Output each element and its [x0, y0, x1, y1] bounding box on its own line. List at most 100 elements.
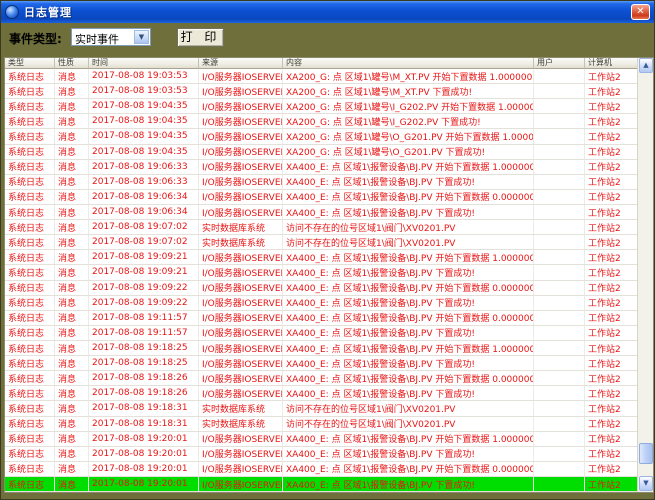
cell-user [534, 160, 585, 174]
table-row[interactable]: 系统日志消息2017-08-08 19:11:57I/O服务器IOSERVERX… [5, 326, 639, 341]
table-row[interactable]: 系统日志消息2017-08-08 19:09:22I/O服务器IOSERVERX… [5, 296, 639, 311]
cell-time: 2017-08-08 19:07:02 [89, 235, 199, 249]
print-button[interactable]: 打 印 [177, 28, 224, 47]
table-row[interactable]: 系统日志消息2017-08-08 19:04:35I/O服务器IOSERVERX… [5, 114, 639, 129]
cell-type: 系统日志 [5, 129, 55, 143]
table-row[interactable]: 系统日志消息2017-08-08 19:18:25I/O服务器IOSERVERX… [5, 356, 639, 371]
column-header-content[interactable]: 内容 [283, 58, 534, 69]
cell-time: 2017-08-08 19:20:01 [89, 432, 199, 446]
log-manager-window: 日志管理 ✕ 事件类型: 实时事件 ▼ 打 印 类型性质时间来源内容用户计算机 … [0, 0, 655, 500]
cell-computer: 工作站2 [585, 129, 639, 143]
event-type-dropdown[interactable]: 实时事件 ▼ [71, 28, 151, 46]
column-header-type[interactable]: 类型 [5, 58, 55, 69]
cell-source: I/O服务器IOSERVER [199, 341, 283, 355]
cell-source: I/O服务器IOSERVER [199, 265, 283, 279]
cell-source: 实时数据库系统 [199, 235, 283, 249]
cell-user [534, 401, 585, 415]
cell-nature: 消息 [55, 235, 89, 249]
table-row[interactable]: 系统日志消息2017-08-08 19:18:31实时数据库系统访问不存在的位号… [5, 401, 639, 416]
cell-user [534, 281, 585, 295]
chevron-down-icon[interactable]: ▼ [134, 30, 149, 44]
column-header-nature[interactable]: 性质 [55, 58, 89, 69]
cell-nature: 消息 [55, 160, 89, 174]
table-row[interactable]: 系统日志消息2017-08-08 19:06:34I/O服务器IOSERVERX… [5, 205, 639, 220]
table-row-selected[interactable]: 系统日志消息2017-08-08 19:20:01I/O服务器IOSERVERX… [5, 477, 639, 492]
table-row[interactable]: 系统日志消息2017-08-08 19:04:35I/O服务器IOSERVERX… [5, 129, 639, 144]
cell-nature: 消息 [55, 145, 89, 159]
scroll-down-icon[interactable]: ▼ [639, 476, 653, 491]
table-row[interactable]: 系统日志消息2017-08-08 19:18:26I/O服务器IOSERVERX… [5, 371, 639, 386]
vertical-scrollbar[interactable]: ▲ ▼ [637, 58, 653, 492]
table-row[interactable]: 系统日志消息2017-08-08 19:03:53I/O服务器IOSERVERX… [5, 69, 639, 84]
column-header-computer[interactable]: 计算机 [585, 58, 639, 69]
column-header-time[interactable]: 时间 [89, 58, 199, 69]
table-row[interactable]: 系统日志消息2017-08-08 19:03:53I/O服务器IOSERVERX… [5, 84, 639, 99]
cell-nature: 消息 [55, 129, 89, 143]
cell-computer: 工作站2 [585, 220, 639, 234]
cell-time: 2017-08-08 19:06:33 [89, 175, 199, 189]
cell-source: I/O服务器IOSERVER [199, 114, 283, 128]
cell-user [534, 145, 585, 159]
cell-content: XA400_E: 点 区域1\报警设备\BJ.PV 开始下置数据 1.00000… [283, 341, 534, 355]
cell-nature: 消息 [55, 205, 89, 219]
table-row[interactable]: 系统日志消息2017-08-08 19:04:35I/O服务器IOSERVERX… [5, 145, 639, 160]
cell-source: I/O服务器IOSERVER [199, 311, 283, 325]
column-header-user[interactable]: 用户 [534, 58, 585, 69]
scroll-up-icon[interactable]: ▲ [639, 58, 653, 73]
table-row[interactable]: 系统日志消息2017-08-08 19:06:33I/O服务器IOSERVERX… [5, 175, 639, 190]
column-header-source[interactable]: 来源 [199, 58, 283, 69]
cell-content: XA400_E: 点 区域1\报警设备\BJ.PV 下置成功! [283, 326, 534, 340]
table-row[interactable]: 系统日志消息2017-08-08 19:06:33I/O服务器IOSERVERX… [5, 160, 639, 175]
table-row[interactable]: 系统日志消息2017-08-08 19:09:21I/O服务器IOSERVERX… [5, 265, 639, 280]
table-row[interactable]: 系统日志消息2017-08-08 19:18:31实时数据库系统访问不存在的位号… [5, 417, 639, 432]
table-row[interactable]: 系统日志消息2017-08-08 19:18:26I/O服务器IOSERVERX… [5, 386, 639, 401]
cell-time: 2017-08-08 19:18:25 [89, 356, 199, 370]
table-row[interactable]: 系统日志消息2017-08-08 19:06:34I/O服务器IOSERVERX… [5, 190, 639, 205]
cell-type: 系统日志 [5, 99, 55, 113]
cell-source: I/O服务器IOSERVER [199, 432, 283, 446]
cell-type: 系统日志 [5, 265, 55, 279]
cell-time: 2017-08-08 19:18:26 [89, 371, 199, 385]
table-row[interactable]: 系统日志消息2017-08-08 19:11:57I/O服务器IOSERVERX… [5, 311, 639, 326]
cell-time: 2017-08-08 19:18:31 [89, 417, 199, 431]
event-type-label: 事件类型: [9, 30, 62, 47]
table-row[interactable]: 系统日志消息2017-08-08 19:09:22I/O服务器IOSERVERX… [5, 281, 639, 296]
cell-content: XA400_E: 点 区域1\报警设备\BJ.PV 开始下置数据 0.00000… [283, 462, 534, 476]
cell-source: 实时数据库系统 [199, 220, 283, 234]
cell-time: 2017-08-08 19:04:35 [89, 145, 199, 159]
cell-time: 2017-08-08 19:09:22 [89, 296, 199, 310]
table-row[interactable]: 系统日志消息2017-08-08 19:04:35I/O服务器IOSERVERX… [5, 99, 639, 114]
cell-source: I/O服务器IOSERVER [199, 447, 283, 461]
cell-content: XA400_E: 点 区域1\报警设备\BJ.PV 下置成功! [283, 175, 534, 189]
cell-content: XA200_G: 点 区域1\罐号\I_G202.PV 下置成功! [283, 114, 534, 128]
cell-source: I/O服务器IOSERVER [199, 69, 283, 83]
table-row[interactable]: 系统日志消息2017-08-08 19:07:02实时数据库系统访问不存在的位号… [5, 235, 639, 250]
table-row[interactable]: 系统日志消息2017-08-08 19:20:01I/O服务器IOSERVERX… [5, 447, 639, 462]
cell-user [534, 432, 585, 446]
app-icon [5, 5, 19, 19]
cell-source: 实时数据库系统 [199, 401, 283, 415]
cell-content: XA200_G: 点 区域1\罐号\O_G201.PV 开始下置数据 1.000… [283, 129, 534, 143]
scrollbar-thumb[interactable] [639, 443, 653, 464]
table-row[interactable]: 系统日志消息2017-08-08 19:09:21I/O服务器IOSERVERX… [5, 250, 639, 265]
cell-computer: 工作站2 [585, 356, 639, 370]
table-row[interactable]: 系统日志消息2017-08-08 19:20:01I/O服务器IOSERVERX… [5, 462, 639, 477]
cell-type: 系统日志 [5, 477, 55, 491]
cell-computer: 工作站2 [585, 462, 639, 476]
cell-source: I/O服务器IOSERVER [199, 371, 283, 385]
table-row[interactable]: 系统日志消息2017-08-08 19:18:25I/O服务器IOSERVERX… [5, 341, 639, 356]
cell-nature: 消息 [55, 326, 89, 340]
close-icon[interactable]: ✕ [631, 4, 650, 20]
cell-type: 系统日志 [5, 205, 55, 219]
table-row[interactable]: 系统日志消息2017-08-08 19:20:01I/O服务器IOSERVERX… [5, 432, 639, 447]
cell-content: XA200_G: 点 区域1\罐号\M_XT.PV 下置成功! [283, 84, 534, 98]
cell-nature: 消息 [55, 114, 89, 128]
cell-computer: 工作站2 [585, 190, 639, 204]
cell-content: XA400_E: 点 区域1\报警设备\BJ.PV 下置成功! [283, 356, 534, 370]
table-row[interactable]: 系统日志消息2017-08-08 19:07:02实时数据库系统访问不存在的位号… [5, 220, 639, 235]
cell-nature: 消息 [55, 84, 89, 98]
cell-source: I/O服务器IOSERVER [199, 190, 283, 204]
cell-computer: 工作站2 [585, 281, 639, 295]
cell-type: 系统日志 [5, 371, 55, 385]
cell-source: I/O服务器IOSERVER [199, 326, 283, 340]
